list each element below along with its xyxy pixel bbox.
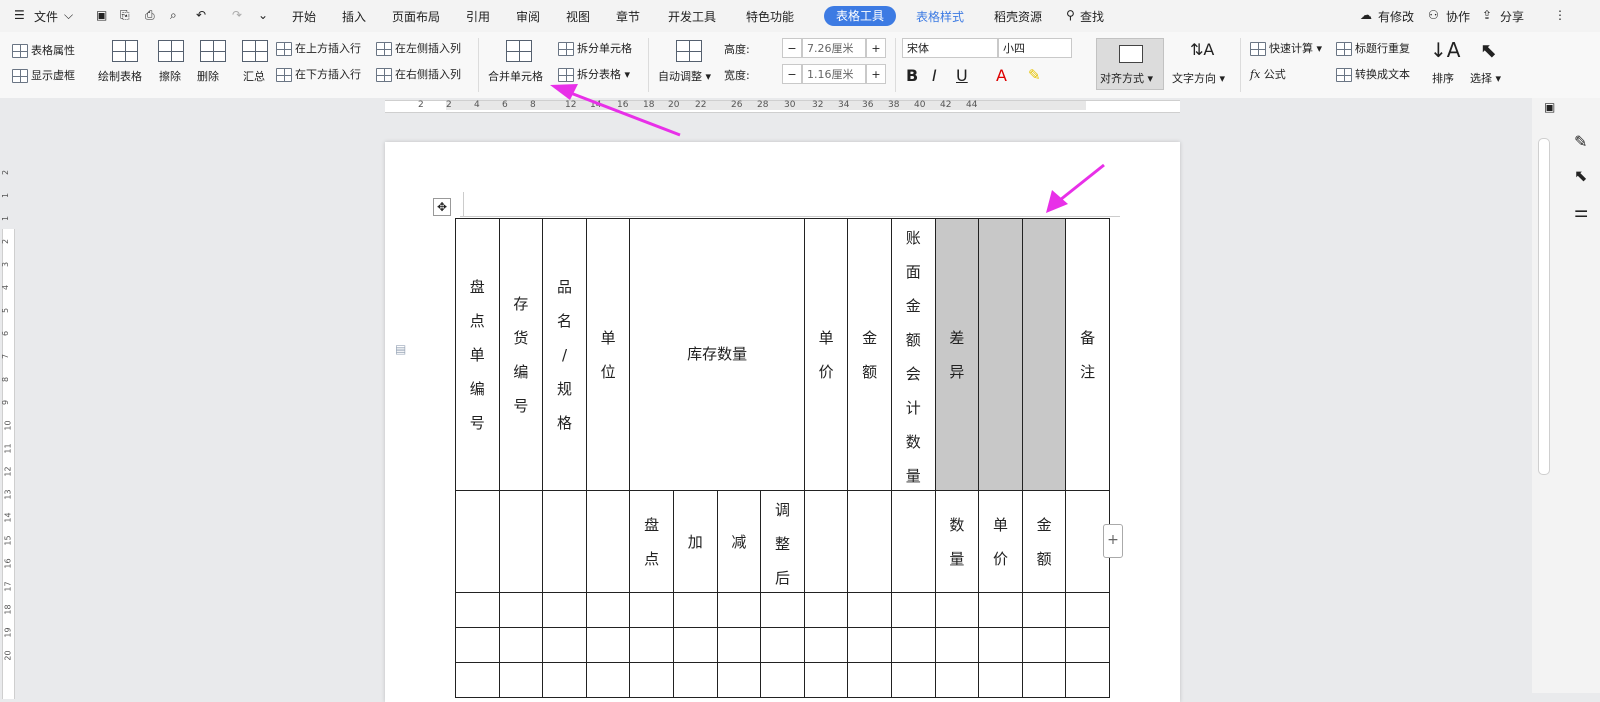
arrow-gray-cells xyxy=(1046,163,1105,213)
arrow-merge-cells xyxy=(550,84,681,137)
annotation-arrows xyxy=(550,84,1105,213)
